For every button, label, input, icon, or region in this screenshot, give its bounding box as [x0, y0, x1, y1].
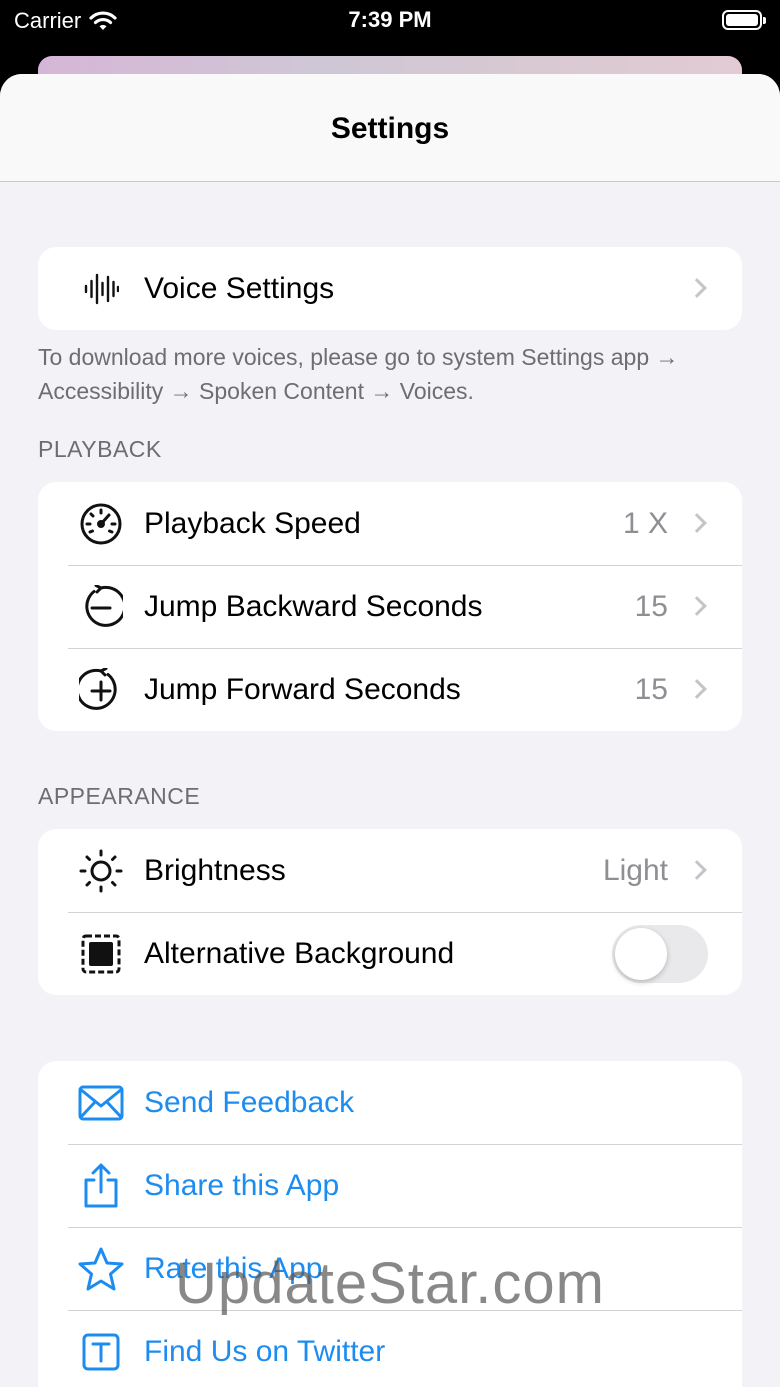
- rewind-circle-icon: [78, 584, 124, 630]
- waveform-icon: [78, 266, 124, 312]
- chevron-right-icon: [687, 512, 707, 533]
- alternative-background-toggle[interactable]: [612, 924, 708, 983]
- sun-icon: [78, 848, 124, 894]
- chevron-right-icon: [687, 277, 707, 298]
- playback-speed-row[interactable]: Playback Speed 1 X: [38, 482, 742, 565]
- t-square-icon: [78, 1329, 124, 1375]
- alternative-background-row: Alternative Background: [38, 912, 742, 995]
- playback-speed-label: Playback Speed: [144, 506, 361, 540]
- chevron-right-icon: [687, 595, 707, 616]
- playback-speed-value: 1 X: [622, 506, 668, 540]
- playback-header: PLAYBACK: [38, 436, 162, 462]
- jump-backward-value: 15: [634, 589, 668, 623]
- send-feedback-row[interactable]: Send Feedback: [38, 1061, 742, 1144]
- find-twitter-row[interactable]: Find Us on Twitter: [38, 1310, 742, 1387]
- voice-settings-label: Voice Settings: [144, 271, 335, 305]
- voice-group: Voice Settings: [38, 247, 742, 330]
- forward-circle-icon: [78, 667, 124, 713]
- voice-settings-row[interactable]: Voice Settings: [38, 247, 742, 330]
- navigation-bar: Settings: [0, 74, 780, 182]
- jump-backward-row[interactable]: Jump Backward Seconds 15: [38, 565, 742, 648]
- share-icon: [78, 1163, 124, 1209]
- send-feedback-label: Send Feedback: [144, 1085, 355, 1119]
- settings-sheet: Settings Voice Settings To download more…: [0, 74, 780, 1387]
- rate-app-row[interactable]: Rate this App: [38, 1227, 742, 1310]
- alternative-background-label: Alternative Background: [144, 936, 455, 970]
- rate-app-label: Rate this App: [144, 1251, 323, 1285]
- share-app-label: Share this App: [144, 1168, 340, 1202]
- status-bar: Carrier 7:39 PM: [0, 0, 780, 58]
- brightness-row[interactable]: Brightness Light: [38, 829, 742, 912]
- envelope-icon: [78, 1080, 124, 1126]
- battery-icon: [722, 10, 766, 30]
- share-app-row[interactable]: Share this App: [38, 1144, 742, 1227]
- chevron-right-icon: [687, 859, 707, 880]
- page-title: Settings: [330, 112, 450, 145]
- voice-footer-note: To download more voices, please go to sy…: [38, 344, 679, 404]
- appearance-group: Brightness Light Alternative Background: [38, 829, 742, 995]
- find-twitter-label: Find Us on Twitter: [144, 1334, 386, 1368]
- square-dashed-icon: [78, 931, 124, 977]
- toggle-knob: [615, 927, 667, 980]
- jump-forward-label: Jump Forward Seconds: [144, 672, 461, 706]
- appearance-header: APPEARANCE: [38, 783, 201, 809]
- links-group: Send Feedback Share this App Rate this A…: [38, 1061, 742, 1387]
- brightness-value: Light: [602, 853, 668, 887]
- chevron-right-icon: [687, 678, 707, 699]
- speedometer-icon: [78, 501, 124, 547]
- star-icon: [78, 1246, 124, 1292]
- playback-group: Playback Speed 1 X Jump Backward Seconds…: [38, 482, 742, 731]
- jump-forward-value: 15: [634, 672, 668, 706]
- jump-backward-label: Jump Backward Seconds: [144, 589, 483, 623]
- jump-forward-row[interactable]: Jump Forward Seconds 15: [38, 648, 742, 731]
- status-time: 7:39 PM: [348, 7, 432, 32]
- brightness-label: Brightness: [144, 853, 286, 887]
